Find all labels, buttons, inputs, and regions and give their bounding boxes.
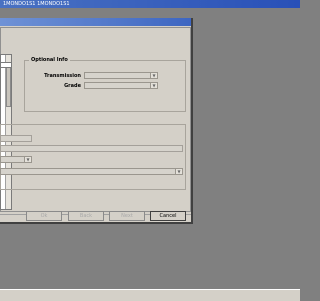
grade-select[interactable]: ▼ [84,82,158,89]
left-combo[interactable] [0,62,12,68]
ok-button[interactable]: Ok [26,211,62,221]
detail-field-1[interactable] [0,135,32,142]
detail-select-1[interactable]: ▼ [0,156,32,163]
left-list-scroll-thumb[interactable] [6,67,11,107]
chevron-down-icon[interactable]: ▼ [24,157,31,162]
cancel-button[interactable]: Cancel [150,211,186,221]
status-bar [0,289,300,301]
dialog-window: Optional Info Transmission ▼ Grade ▼ ▼ ▼ [0,18,193,224]
transmission-select[interactable]: ▼ [84,72,158,79]
chevron-down-icon[interactable]: ▼ [150,73,157,78]
dialog-header [0,18,191,26]
grade-label: Grade [64,83,81,89]
detail-field-2[interactable] [0,145,183,152]
chevron-down-icon[interactable]: ▼ [175,169,182,174]
app-title-bar: 1MONDO1S1 1MONDO1S1 [0,0,300,8]
detail-select-2[interactable]: ▼ [0,168,183,175]
optional-info-title: Optional Info [29,57,70,63]
app-title: 1MONDO1S1 1MONDO1S1 [3,1,70,7]
next-button[interactable]: Next [109,211,145,221]
transmission-label: Transmission [44,73,81,79]
back-button[interactable]: Back [68,211,104,221]
chevron-down-icon[interactable]: ▼ [150,83,157,88]
